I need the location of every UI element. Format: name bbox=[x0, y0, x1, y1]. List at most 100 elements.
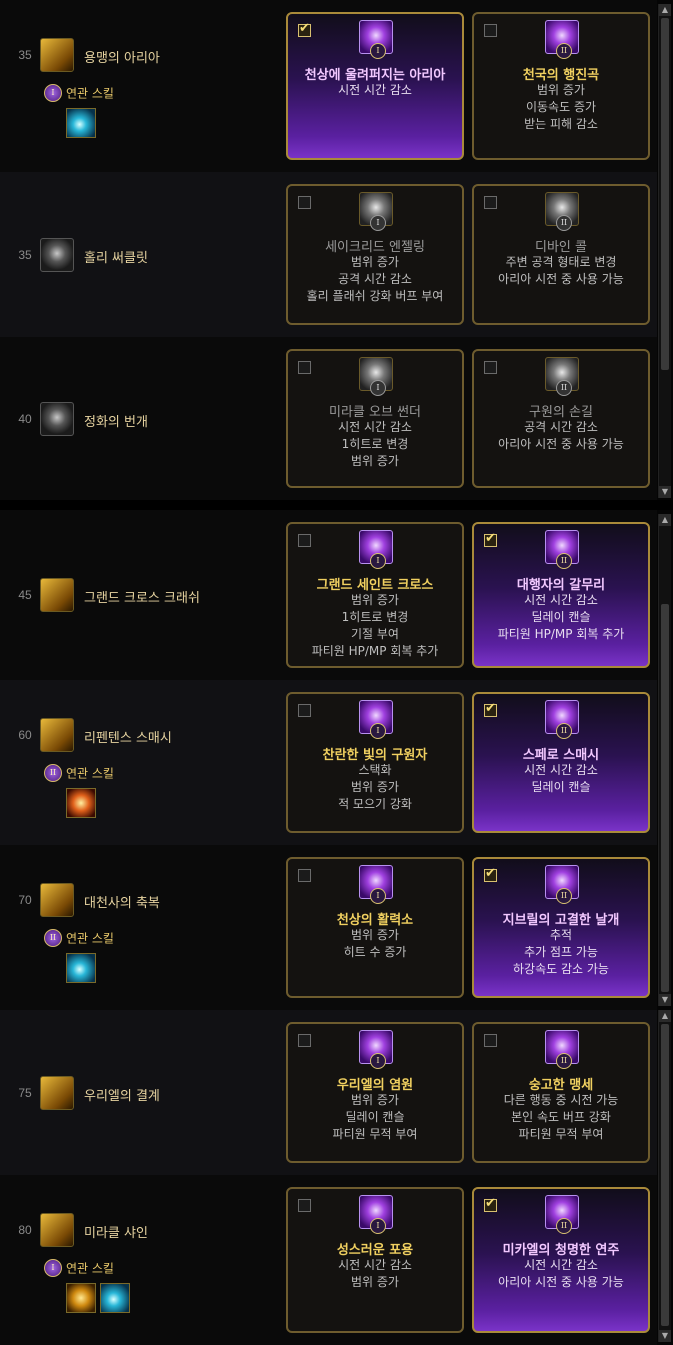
talent-choice-i[interactable]: I 우리엘의 염원 범위 증가 딜레이 캔슬 파티원 무적 부여 bbox=[286, 1022, 464, 1163]
effect-line: 추가 점프 가능 bbox=[524, 945, 598, 959]
scroll-thumb[interactable] bbox=[661, 18, 669, 370]
choice-checkbox[interactable] bbox=[298, 869, 311, 882]
scroll-up-button[interactable]: ▲ bbox=[659, 4, 671, 16]
choice-checkbox[interactable] bbox=[484, 196, 497, 209]
talent-choice-ii[interactable]: II 지브릴의 고결한 날개추적추가 점프 가능하강속도 감소 가능 bbox=[472, 857, 650, 998]
choice-checkbox[interactable] bbox=[484, 1034, 497, 1047]
roman-numeral-icon: I bbox=[370, 215, 386, 231]
circlet-icon[interactable] bbox=[40, 238, 74, 272]
talent-panel-bottom: 45 그랜드 크로스 크래쉬 I 그랜드 세인트 크로스 범위 증가 1히트로 변경 기절 … bbox=[0, 510, 673, 1345]
choice-checkbox[interactable] bbox=[484, 1196, 497, 1212]
choice-checkbox[interactable] bbox=[484, 866, 497, 882]
scroll-thumb[interactable] bbox=[661, 1024, 669, 1326]
choice-checkbox[interactable] bbox=[298, 1034, 311, 1047]
talent-icon: I bbox=[359, 1195, 393, 1234]
talent-icon: II bbox=[545, 357, 579, 396]
uriel-icon[interactable] bbox=[40, 1076, 74, 1110]
choice-title: 디바인 콜 bbox=[535, 240, 587, 255]
aria-icon[interactable] bbox=[40, 38, 74, 72]
skill-level: 35 bbox=[18, 48, 32, 62]
effect-line: 본인 속도 버프 강화 bbox=[511, 1110, 611, 1124]
scroll-thumb[interactable] bbox=[661, 604, 669, 992]
talent-choice-i[interactable]: I 세이크리드 엔젤링 범위 증가 공격 시간 감소 홀리 플래쉬 강화 버프 부여 bbox=[286, 184, 464, 325]
scroll-down-button[interactable]: ▼ bbox=[659, 994, 671, 1006]
effect-line: 시전 시간 감소 bbox=[338, 1258, 412, 1272]
roman-badge-icon: II bbox=[44, 929, 62, 947]
choice-title: 스페로 스매시 bbox=[522, 748, 600, 763]
choice-checkbox[interactable] bbox=[298, 196, 311, 209]
roman-numeral-icon: II bbox=[556, 43, 572, 59]
panel-divider bbox=[0, 500, 673, 510]
choice-title: 지브릴의 고결한 날개 bbox=[502, 913, 620, 928]
effect-line: 범위 증가 bbox=[351, 1275, 399, 1289]
choice-checkbox[interactable] bbox=[298, 21, 311, 37]
choice-title: 세이크리드 엔젤링 bbox=[325, 240, 425, 255]
choice-effects: 주변 공격 형태로 변경 아리아 시전 중 사용 가능 bbox=[474, 254, 648, 288]
choice-checkbox[interactable] bbox=[484, 531, 497, 547]
related-skill-label: II 연관 스킬 bbox=[44, 764, 114, 782]
choice-effects: 시전 시간 감소 아리아 시전 중 사용 가능 bbox=[474, 1257, 648, 1291]
choice-effects: 공격 시간 감소 아리아 시전 중 사용 가능 bbox=[474, 419, 648, 453]
scroll-down-button[interactable]: ▼ bbox=[659, 1330, 671, 1342]
talent-choice-i[interactable]: I 천상에 울려퍼지는 아리아시전 시간 감소 bbox=[286, 12, 464, 160]
effect-line: 스택화 bbox=[358, 763, 392, 777]
related-skill-label: I 연관 스킬 bbox=[44, 84, 114, 102]
choice-checkbox[interactable] bbox=[484, 361, 497, 374]
related-skill-icon[interactable] bbox=[66, 1283, 96, 1313]
scrollbar-mid[interactable]: ▲ ▼ bbox=[658, 514, 671, 1006]
talent-row: 70 대천사의 축복 II 연관 스킬 I 천상의 활력소범위 증가히트 수 증가 II 지브… bbox=[0, 845, 657, 1010]
talent-choice-i[interactable]: I 그랜드 세인트 크로스 범위 증가 1히트로 변경 기절 부여 파티원 HP/MP 회… bbox=[286, 522, 464, 668]
skill-name: 우리엘의 결계 bbox=[84, 1089, 160, 1104]
roman-badge-icon: I bbox=[44, 84, 62, 102]
talent-row: 35 용맹의 아리아 I 연관 스킬 I 천상에 울려퍼지는 아리아시전 시간 감소 II 천… bbox=[0, 0, 657, 172]
skill-name: 그랜드 크로스 크래쉬 bbox=[84, 591, 200, 606]
effect-line: 아리아 시전 중 사용 가능 bbox=[498, 437, 624, 451]
choice-checkbox[interactable] bbox=[484, 701, 497, 717]
choice-effects: 범위 증가 1히트로 변경 기절 부여 파티원 HP/MP 회복 추가 bbox=[288, 592, 462, 660]
related-skill-icons bbox=[66, 953, 100, 983]
scroll-up-button[interactable]: ▲ bbox=[659, 514, 671, 526]
choice-checkbox[interactable] bbox=[484, 24, 497, 37]
effect-line: 시전 시간 감소 bbox=[524, 593, 598, 607]
related-skill-label: I 연관 스킬 bbox=[44, 1259, 114, 1277]
talent-choice-i[interactable]: I 찬란한 빛의 구원자 스택화 범위 증가 적 모으기 강화 bbox=[286, 692, 464, 833]
choice-checkbox[interactable] bbox=[298, 1199, 311, 1212]
choice-checkbox[interactable] bbox=[298, 704, 311, 717]
skill-level: 70 bbox=[18, 893, 32, 907]
miracle-shine-icon[interactable] bbox=[40, 1213, 74, 1247]
effect-line: 파티원 무적 부여 bbox=[332, 1127, 418, 1141]
choice-checkbox[interactable] bbox=[298, 534, 311, 547]
effect-line: 파티원 무적 부여 bbox=[518, 1127, 604, 1141]
talent-choice-ii[interactable]: II 디바인 콜 주변 공격 형태로 변경 아리아 시전 중 사용 가능 bbox=[472, 184, 650, 325]
related-skill-icons bbox=[66, 1283, 134, 1313]
scrollbar-bottom[interactable]: ▲ ▼ bbox=[658, 1010, 671, 1342]
choice-effects: 시전 시간 감소 딜레이 캔슬 bbox=[474, 762, 648, 796]
talent-choice-i[interactable]: I 천상의 활력소 범위 증가 히트 수 증가 bbox=[286, 857, 464, 998]
related-skill-icon[interactable] bbox=[100, 1283, 130, 1313]
lightning-icon[interactable] bbox=[40, 402, 74, 436]
skill-name: 대천사의 축복 bbox=[84, 896, 160, 911]
choice-checkbox[interactable] bbox=[298, 361, 311, 374]
talent-choice-ii[interactable]: II 대행자의 갈무리시전 시간 감소딜레이 캔슬파티원 HP/MP 회복 추가 bbox=[472, 522, 650, 668]
scroll-down-button[interactable]: ▼ bbox=[659, 486, 671, 498]
talent-choice-ii[interactable]: II 천국의 행진곡 범위 증가 이동속도 증가 받는 피해 감소 bbox=[472, 12, 650, 160]
effect-line: 시전 시간 감소 bbox=[338, 83, 412, 97]
repentance-icon[interactable] bbox=[40, 718, 74, 752]
related-skill-icon[interactable] bbox=[66, 108, 96, 138]
talent-choice-ii[interactable]: II 구원의 손길 공격 시간 감소 아리아 시전 중 사용 가능 bbox=[472, 349, 650, 488]
talent-choice-i[interactable]: I 성스러운 포용 시전 시간 감소 범위 증가 bbox=[286, 1187, 464, 1333]
talent-choice-ii[interactable]: II 미카엘의 청명한 연주시전 시간 감소아리아 시전 중 사용 가능 bbox=[472, 1187, 650, 1333]
talent-choice-ii[interactable]: II 숭고한 맹세 다른 행동 중 시전 가능 본인 속도 버프 강화 파티원 무적 부… bbox=[472, 1022, 650, 1163]
related-skill-icon[interactable] bbox=[66, 788, 96, 818]
archangel-icon[interactable] bbox=[40, 883, 74, 917]
related-skill-icon[interactable] bbox=[66, 953, 96, 983]
grand-cross-icon[interactable] bbox=[40, 578, 74, 612]
scroll-up-button[interactable]: ▲ bbox=[659, 1010, 671, 1022]
scrollbar-top[interactable]: ▲ ▼ bbox=[658, 4, 671, 498]
talent-icon: II bbox=[545, 20, 579, 59]
talent-icon: II bbox=[545, 1030, 579, 1069]
talent-choice-ii[interactable]: II 스페로 스매시시전 시간 감소딜레이 캔슬 bbox=[472, 692, 650, 833]
effect-line: 범위 증가 bbox=[351, 255, 399, 269]
talent-choice-i[interactable]: I 미라클 오브 썬더 시전 시간 감소 1히트로 변경 범위 증가 bbox=[286, 349, 464, 488]
talent-icon: I bbox=[359, 865, 393, 904]
